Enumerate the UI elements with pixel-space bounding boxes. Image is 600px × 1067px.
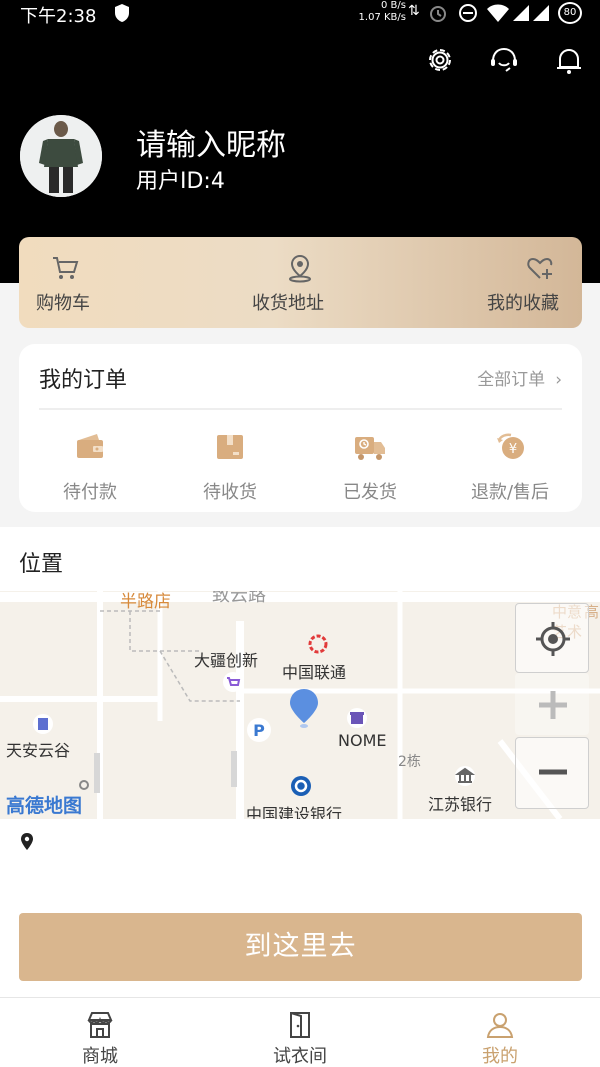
nav-me-label: 我的: [482, 1046, 518, 1067]
shop-poi-icon: [223, 672, 243, 692]
parking-poi-icon: P: [247, 718, 271, 742]
crosshair-icon: [536, 622, 570, 656]
quick-address-label: 收货地址: [252, 293, 324, 314]
net-up: 0 B/s: [381, 0, 406, 11]
nav-fitting-room[interactable]: 试衣间: [200, 998, 400, 1067]
svg-text:P: P: [253, 721, 265, 740]
orders-divider: [39, 408, 562, 410]
plus-icon: [539, 691, 567, 719]
location-pin-icon: [289, 254, 311, 283]
bank-poi-icon: [454, 766, 476, 786]
quick-cart[interactable]: 购物车: [19, 237, 109, 328]
order-shipped-label: 已发货: [343, 482, 397, 503]
status-time: 下午2:38: [20, 6, 97, 27]
avatar[interactable]: [20, 115, 102, 197]
small-poi-dot: [79, 780, 89, 790]
order-refund-label: 退款/售后: [470, 482, 550, 503]
address-row: [20, 832, 34, 856]
bell-icon[interactable]: [553, 44, 585, 76]
unicom-poi-icon: [308, 634, 328, 654]
quick-cart-label: 购物车: [36, 293, 90, 314]
heart-plus-icon: [527, 257, 553, 279]
location-marker-icon: [21, 833, 33, 850]
alarm-icon: [430, 6, 446, 22]
gear-icon[interactable]: [424, 44, 456, 76]
map-label-unicom: 中国联通: [282, 663, 347, 682]
orders-card: 我的订单 全部订单 › 待付款 待收货 已发货 ¥ 退款/售后: [19, 344, 582, 512]
avatar-figure-icon: [20, 115, 102, 197]
go-here-button[interactable]: 到这里去: [19, 913, 582, 981]
net-down: 1.07 KB/s: [358, 12, 406, 23]
building-poi-icon: [33, 714, 53, 734]
network-speed: 0 B/s 1.07 KB/s: [354, 0, 406, 24]
map-label-ccb: 中国建设银行: [246, 805, 343, 819]
location-title: 位置: [19, 552, 64, 577]
orders-title: 我的订单: [39, 368, 128, 393]
map-pin-icon: [290, 689, 318, 728]
nome-poi-icon: [347, 708, 367, 728]
package-icon: [217, 435, 243, 459]
minus-icon: [539, 769, 567, 775]
ccb-poi-icon: [291, 776, 311, 796]
map-label-banlu: 半路店: [120, 592, 171, 612]
wifi-icon: [487, 4, 509, 22]
truck-icon: [355, 437, 385, 460]
refund-icon: ¥: [497, 433, 524, 459]
locate-button[interactable]: [515, 603, 589, 673]
do-not-disturb-icon: [459, 4, 477, 22]
nickname[interactable]: 请输入昵称: [136, 120, 286, 164]
nav-store[interactable]: 商城: [0, 998, 200, 1067]
zoom-out-button[interactable]: [515, 737, 589, 809]
quick-address[interactable]: 收货地址: [245, 237, 355, 328]
user-id: 用户ID:4: [136, 169, 225, 194]
battery-indicator: 80: [558, 2, 582, 24]
map-label-dajiang: 大疆创新: [194, 651, 259, 670]
map-label-nome: NOME: [338, 731, 387, 750]
quick-favorites[interactable]: 我的收藏: [479, 237, 579, 328]
fitting-room-door-icon: [290, 1012, 310, 1038]
map-label-jiangsu-bank: 江苏银行: [428, 795, 493, 814]
data-arrows-icon: ⇅: [408, 3, 420, 19]
all-orders-link[interactable]: 全部订单 ›: [477, 365, 562, 390]
chevron-right-icon: ›: [555, 370, 562, 390]
quick-actions-card: 购物车 收货地址 我的收藏: [19, 237, 582, 328]
all-orders-label: 全部订单: [477, 370, 546, 390]
order-shipped[interactable]: 已发货: [310, 430, 430, 504]
bottom-nav: 商城 试衣间 我的: [0, 997, 600, 1067]
status-bar: 下午2:38 0 B/s 1.07 KB/s ⇅ 80: [0, 0, 600, 28]
order-pending-receipt[interactable]: 待收货: [170, 430, 290, 504]
store-icon: [87, 1012, 113, 1038]
signal-icon-2: [533, 5, 549, 21]
map-label-tianan: 天安云谷: [6, 741, 71, 760]
nav-fitting-room-label: 试衣间: [273, 1046, 327, 1067]
map-label-gaode-logo: 高德地图: [6, 795, 83, 817]
order-pending-payment[interactable]: 待付款: [30, 430, 150, 504]
zoom-in-button[interactable]: [515, 673, 589, 735]
order-pending-receipt-label: 待收货: [203, 482, 257, 503]
nav-me[interactable]: 我的: [400, 998, 600, 1067]
order-pending-payment-label: 待付款: [63, 482, 117, 503]
map-view[interactable]: 半路店 致云路 中意 艺术 高 大疆创新 中国联通 天安云谷 NOME 2栋 中…: [0, 591, 600, 819]
map-label-road: 致云路: [212, 591, 266, 606]
customer-service-icon[interactable]: [488, 44, 520, 76]
map-label-building: 2栋: [398, 754, 421, 770]
cart-icon: [53, 257, 79, 279]
svg-text:¥: ¥: [509, 442, 517, 457]
signal-icon: [513, 5, 529, 21]
shield-icon: [115, 4, 129, 22]
nav-store-label: 商城: [82, 1046, 118, 1067]
location-section: 位置 半路店 致云路 中意 艺术 高 大疆创新 中国联通 天安云谷 NOME 2…: [0, 527, 600, 997]
order-refund[interactable]: ¥ 退款/售后: [450, 430, 570, 504]
wallet-icon: [77, 434, 103, 458]
person-icon: [486, 1013, 514, 1038]
quick-favorites-label: 我的收藏: [487, 293, 559, 314]
